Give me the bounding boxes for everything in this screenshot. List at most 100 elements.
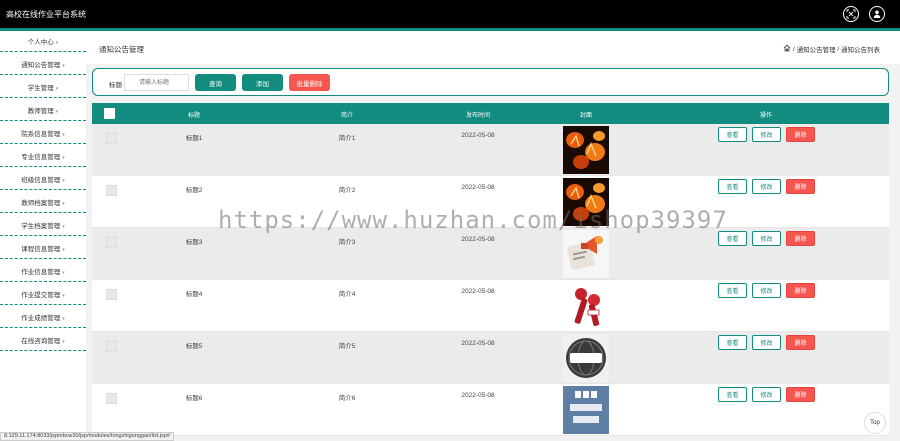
chevron-down-icon: ▾ [62, 316, 65, 322]
home-icon[interactable] [783, 44, 791, 54]
sidebar-item-notice[interactable]: 通知公告管理 ▾ [0, 54, 86, 75]
chevron-down-icon: ▾ [62, 155, 65, 161]
sidebar-item-label: 学生管理 [27, 85, 54, 92]
edit-button[interactable]: 修改 [752, 179, 781, 194]
row-date: 2022-05-08 [461, 288, 495, 295]
sidebar-item-classes[interactable]: 班级信息管理 ▾ [0, 169, 86, 190]
sidebar-item-departments[interactable]: 院系信息管理 ▾ [0, 123, 86, 144]
title-filter-label: 标题 [109, 82, 122, 89]
query-button[interactable]: 查询 [195, 74, 236, 91]
search-panel: 标题 查询 添加 批量删除 [92, 68, 889, 96]
sidebar-item-label: 在线咨询管理 [21, 338, 61, 345]
chevron-down-icon: ▾ [62, 270, 65, 276]
select-all-checkbox[interactable] [104, 108, 115, 119]
row-date: 2022-05-08 [461, 340, 495, 347]
row-checkbox[interactable] [106, 341, 117, 352]
sidebar-item-teacher-files[interactable]: 教师档案管理 ▾ [0, 192, 86, 213]
table-row: 标题1 简介1 2022-05-08 查看 修改 删除 [92, 124, 889, 176]
view-button[interactable]: 查看 [718, 387, 747, 402]
delete-button[interactable]: 删除 [786, 283, 815, 298]
table-row: 标题3 简介3 2022-05-08 查看 修改 删除 [92, 228, 889, 280]
sidebar-item-assignments[interactable]: 作业信息管理 ▾ [0, 261, 86, 282]
row-date: 2022-05-08 [461, 184, 495, 191]
delete-button[interactable]: 删除 [786, 387, 815, 402]
row-checkbox[interactable] [106, 289, 117, 300]
microphone-live-image [563, 282, 609, 330]
sidebar-item-student-files[interactable]: 学生档案管理 ▾ [0, 215, 86, 236]
sidebar-item-teachers[interactable]: 教师管理 ▾ [0, 100, 86, 121]
delete-button[interactable]: 删除 [786, 231, 815, 246]
sidebar-item-courses[interactable]: 课程信息管理 ▾ [0, 238, 86, 259]
sidebar-item-label: 学生档案管理 [21, 223, 61, 230]
megaphone-news-image [563, 230, 609, 278]
sidebar-item-personal-center[interactable]: 个人中心 ▾ [0, 31, 86, 52]
sidebar-item-label: 院系信息管理 [21, 131, 61, 138]
column-header-date[interactable]: 发布时间 [466, 110, 490, 119]
sidebar-item-majors[interactable]: 专业信息管理 ▾ [0, 146, 86, 167]
delete-button[interactable]: 删除 [786, 335, 815, 350]
sidebar-item-label: 教师档案管理 [21, 200, 61, 207]
column-header-cover: 封面 [579, 113, 593, 119]
row-checkbox[interactable] [106, 237, 117, 248]
row-date: 2022-05-08 [461, 236, 495, 243]
row-title: 标题2 [185, 187, 203, 194]
sidebar-item-grades[interactable]: 作业成绩管理 ▾ [0, 307, 86, 328]
edit-button[interactable]: 修改 [752, 335, 781, 350]
sidebar-item-label: 专业信息管理 [21, 154, 61, 161]
row-intro: 简介6 [338, 395, 356, 402]
fullscreen-icon[interactable] [843, 6, 859, 22]
sidebar-item-consultation[interactable]: 在线咨询管理 ▾ [0, 330, 86, 351]
table-row: 标题5 简介5 2022-05-08 查看 修改 删除 [92, 332, 889, 384]
user-icon[interactable] [869, 6, 885, 22]
edit-button[interactable]: 修改 [752, 231, 781, 246]
view-button[interactable]: 查看 [718, 179, 747, 194]
chevron-down-icon: ▾ [55, 40, 59, 46]
sidebar-item-label: 班级信息管理 [21, 177, 61, 184]
row-intro: 简介5 [338, 343, 356, 350]
delete-button[interactable]: 删除 [786, 127, 815, 142]
row-date: 2022-05-08 [461, 392, 495, 399]
table-header: 标题 简介 发布时间 封面 操作 [92, 103, 889, 124]
page-header: 通知公告管理 / 通知公告管理 / 通知公告列表 [86, 31, 900, 64]
sidebar-item-students[interactable]: 学生管理 ▾ [0, 77, 86, 98]
add-button[interactable]: 添加 [242, 74, 283, 91]
edit-button[interactable]: 修改 [752, 387, 781, 402]
view-button[interactable]: 查看 [718, 335, 747, 350]
row-title: 标题1 [185, 135, 203, 142]
row-intro: 简介3 [338, 239, 356, 246]
row-title: 标题4 [185, 291, 203, 298]
column-header-title[interactable]: 标题 [188, 110, 200, 119]
sidebar-item-label: 通知公告管理 [21, 62, 61, 69]
breadcrumb: / 通知公告管理 / 通知公告列表 [783, 44, 880, 54]
column-header-intro[interactable]: 简介 [341, 110, 353, 119]
watermark-text: https://www.huzhan.com/ishop39397 [218, 206, 728, 234]
sidebar-item-label: 作业成绩管理 [21, 315, 61, 322]
title-search-input[interactable] [124, 74, 189, 91]
chevron-down-icon: ▾ [55, 86, 59, 92]
table-row: 标题6 简介6 2022-05-08 查看 修改 删除 [92, 384, 889, 436]
fire-letters-image [563, 126, 609, 174]
edit-button[interactable]: 修改 [752, 283, 781, 298]
page-title: 通知公告管理 [99, 45, 144, 54]
row-checkbox[interactable] [106, 393, 117, 404]
chevron-down-icon: ▾ [62, 247, 65, 253]
back-to-top-button[interactable]: Top [864, 412, 886, 434]
top-bar: 高校在线作业平台系统 [0, 0, 900, 28]
row-checkbox[interactable] [106, 185, 117, 196]
table-row: 标题4 简介4 2022-05-08 查看 修改 删除 [92, 280, 889, 332]
row-title: 标题5 [185, 343, 203, 350]
row-checkbox[interactable] [106, 133, 117, 144]
status-url-bar: 8.129.11.174:8033/jspmbcw30/jsp/modules/… [0, 432, 174, 441]
delete-button[interactable]: 删除 [786, 179, 815, 194]
edit-button[interactable]: 修改 [752, 127, 781, 142]
breadcrumb-item[interactable]: 通知公告管理 [797, 44, 836, 54]
batch-delete-button[interactable]: 批量删除 [289, 74, 330, 91]
row-title: 标题6 [185, 395, 203, 402]
sidebar-item-label: 课程信息管理 [21, 246, 61, 253]
row-intro: 简介1 [338, 135, 356, 142]
sidebar-item-submissions[interactable]: 作业提交管理 ▾ [0, 284, 86, 305]
chevron-down-icon: ▾ [62, 293, 65, 299]
view-button[interactable]: 查看 [718, 127, 747, 142]
view-button[interactable]: 查看 [718, 283, 747, 298]
bbc-world-news-image [563, 386, 609, 434]
